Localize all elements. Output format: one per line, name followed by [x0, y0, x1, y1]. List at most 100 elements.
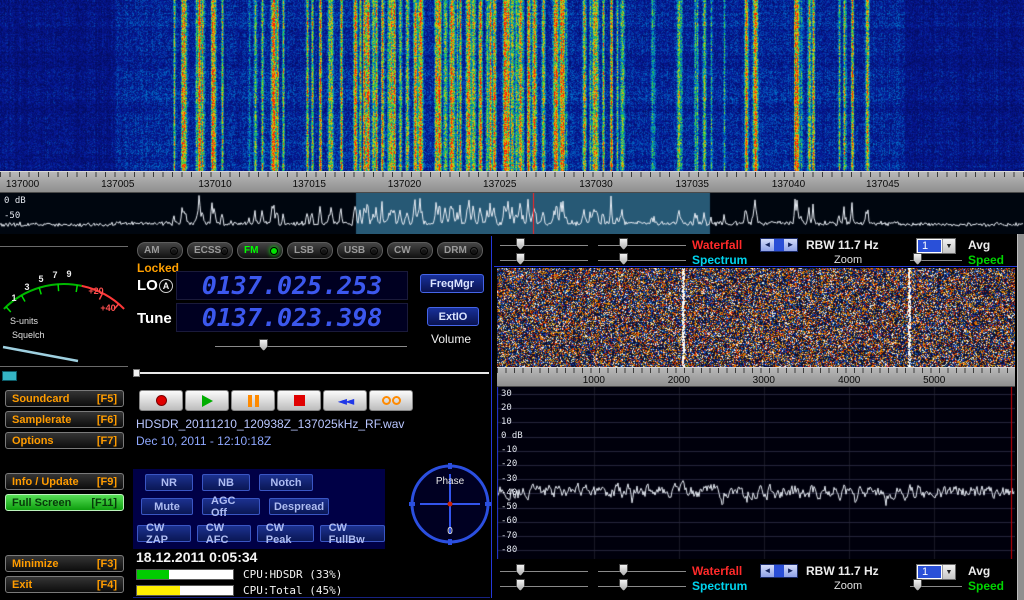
tune-frequency-display[interactable]: 0137.023.398 — [176, 303, 408, 332]
slider-thumb[interactable] — [619, 579, 628, 591]
slider-thumb[interactable] — [516, 579, 525, 591]
soundcard-button[interactable]: Soundcard [F5] — [5, 390, 124, 407]
freqmgr-button[interactable]: FreqMgr — [420, 274, 484, 293]
spectrum-contrast-slider-bottom[interactable] — [598, 579, 686, 592]
record-button[interactable] — [139, 390, 183, 411]
zoom-spinner[interactable]: ◄► — [760, 238, 798, 252]
slider-track — [598, 259, 686, 261]
waterfall-label-bottom[interactable]: Waterfall — [692, 564, 742, 578]
waterfall-contrast-slider-bottom[interactable] — [598, 564, 686, 577]
play-button[interactable] — [185, 390, 229, 411]
fullscreen-button-label: Full Screen — [12, 497, 71, 509]
loop-icon — [382, 396, 401, 405]
cw-zap-button[interactable]: CW ZAP — [137, 525, 191, 542]
lo-lock-badge[interactable]: A — [159, 279, 173, 293]
slider-thumb[interactable] — [516, 564, 525, 576]
slider-thumb[interactable] — [259, 339, 268, 351]
volume-slider[interactable] — [215, 339, 407, 352]
spectrum-brightness-slider-bottom[interactable] — [500, 579, 588, 592]
zoom-spinner-bottom[interactable]: ◄► — [760, 564, 798, 578]
position-thumb[interactable] — [133, 369, 140, 377]
zoom-right-icon[interactable]: ► — [784, 239, 797, 251]
cw-afc-button[interactable]: CW AFC — [197, 525, 251, 542]
pause-button[interactable] — [231, 390, 275, 411]
slider-thumb[interactable] — [516, 253, 525, 265]
waterfall-brightness-slider-bottom[interactable] — [500, 564, 588, 577]
mode-button-usb[interactable]: USB — [337, 242, 383, 259]
loop-button[interactable] — [369, 390, 413, 411]
mode-button-lsb[interactable]: LSB — [287, 242, 333, 259]
zoom-waterfall-display[interactable] — [497, 268, 1015, 367]
mode-button-am[interactable]: AM — [137, 242, 183, 259]
speed-slider[interactable] — [910, 253, 962, 266]
recording-filename: HDSDR_20111210_120938Z_137025kHz_RF.wav — [136, 417, 404, 431]
zoom-frequency-ruler[interactable]: 1000 2000 3000 4000 5000 — [497, 367, 1015, 387]
playback-position-slider[interactable] — [133, 369, 489, 377]
waterfall-brightness-slider[interactable] — [500, 238, 588, 251]
main-waterfall-display[interactable] — [0, 0, 1024, 171]
s-meter-label-plus40: +40 — [100, 303, 115, 313]
waterfall-contrast-slider[interactable] — [598, 238, 686, 251]
playback-controls: ◄◄ — [139, 390, 413, 411]
slider-thumb[interactable] — [619, 564, 628, 576]
rewind-button[interactable]: ◄◄ — [323, 390, 367, 411]
soundcard-button-key: [F5] — [97, 393, 117, 405]
phase-indicator[interactable]: Phase 0 — [408, 462, 492, 548]
main-frequency-ruler[interactable]: 137000 137005 137010 137015 137020 13702… — [0, 171, 1024, 193]
mode-label: USB — [344, 245, 365, 256]
zoom-spectrum-display[interactable]: 30 20 10 0 dB -10 -20 -30 -40 -50 -60 -7… — [497, 387, 1015, 559]
waterfall-label[interactable]: Waterfall — [692, 238, 742, 252]
zoom-spinner-track — [774, 565, 784, 577]
notch-button[interactable]: Notch — [259, 474, 313, 491]
speed-slider-bottom[interactable] — [910, 579, 962, 592]
spectrum-label-bottom[interactable]: Spectrum — [692, 579, 747, 593]
exit-button-key: [F4] — [97, 579, 117, 591]
exit-button[interactable]: Exit [F4] — [5, 576, 124, 593]
agc-off-button[interactable]: AGC Off — [202, 498, 260, 515]
phase-value: 0 — [408, 526, 492, 537]
zoom-left-icon[interactable]: ◄ — [761, 239, 774, 251]
spectrum-brightness-slider[interactable] — [500, 253, 588, 266]
info-update-button[interactable]: Info / Update [F9] — [5, 473, 124, 490]
mute-button[interactable]: Mute — [141, 498, 193, 515]
extio-button[interactable]: ExtIO — [427, 307, 479, 326]
lo-frequency-display[interactable]: 0137.025.253 — [176, 271, 408, 300]
s-meter-label-5: 5 — [38, 274, 43, 284]
minimize-button[interactable]: Minimize [F3] — [5, 555, 124, 572]
despread-button[interactable]: Despread — [269, 498, 329, 515]
slider-thumb[interactable] — [913, 253, 922, 265]
samplerate-button[interactable]: Samplerate [F6] — [5, 411, 124, 428]
nr-button[interactable]: NR — [145, 474, 193, 491]
slider-thumb[interactable] — [913, 579, 922, 591]
mode-button-cw[interactable]: CW — [387, 242, 433, 259]
mode-button-drm[interactable]: DRM — [437, 242, 483, 259]
mode-button-fm[interactable]: FM — [237, 242, 283, 259]
cw-peak-button[interactable]: CW Peak — [257, 525, 314, 542]
avg-select[interactable]: 1 ▼ — [916, 238, 956, 254]
cw-fullbw-button[interactable]: CW FullBw — [320, 525, 385, 542]
dropdown-arrow-icon[interactable]: ▼ — [942, 565, 955, 579]
mode-label: ECSS — [194, 245, 221, 256]
zoom-left-icon[interactable]: ◄ — [761, 565, 774, 577]
main-spectrum-canvas[interactable] — [0, 193, 1024, 234]
frequency-tick-label: 1000 — [583, 375, 605, 386]
nb-button[interactable]: NB — [202, 474, 250, 491]
avg-select-bottom[interactable]: 1 ▼ — [916, 564, 956, 580]
dropdown-arrow-icon[interactable]: ▼ — [942, 239, 955, 253]
squelch-indicator[interactable] — [2, 371, 17, 381]
slider-track — [598, 570, 686, 572]
slider-thumb[interactable] — [516, 238, 525, 250]
options-button[interactable]: Options [F7] — [5, 432, 124, 449]
spectrum-label[interactable]: Spectrum — [692, 253, 747, 267]
zoom-spectrum-canvas[interactable] — [497, 387, 1015, 559]
zoom-right-icon[interactable]: ► — [784, 565, 797, 577]
main-spectrum-display[interactable]: 0 dB -50 — [0, 193, 1024, 234]
slider-thumb[interactable] — [619, 253, 628, 265]
spectrum-contrast-slider[interactable] — [598, 253, 686, 266]
stop-button[interactable] — [277, 390, 321, 411]
s-meter-label-3: 3 — [24, 282, 29, 292]
fullscreen-button[interactable]: Full Screen [F11] — [5, 494, 124, 511]
recording-date: Dec 10, 2011 - 12:10:18Z — [136, 434, 271, 448]
slider-thumb[interactable] — [619, 238, 628, 250]
mode-button-ecss[interactable]: ECSS — [187, 242, 233, 259]
